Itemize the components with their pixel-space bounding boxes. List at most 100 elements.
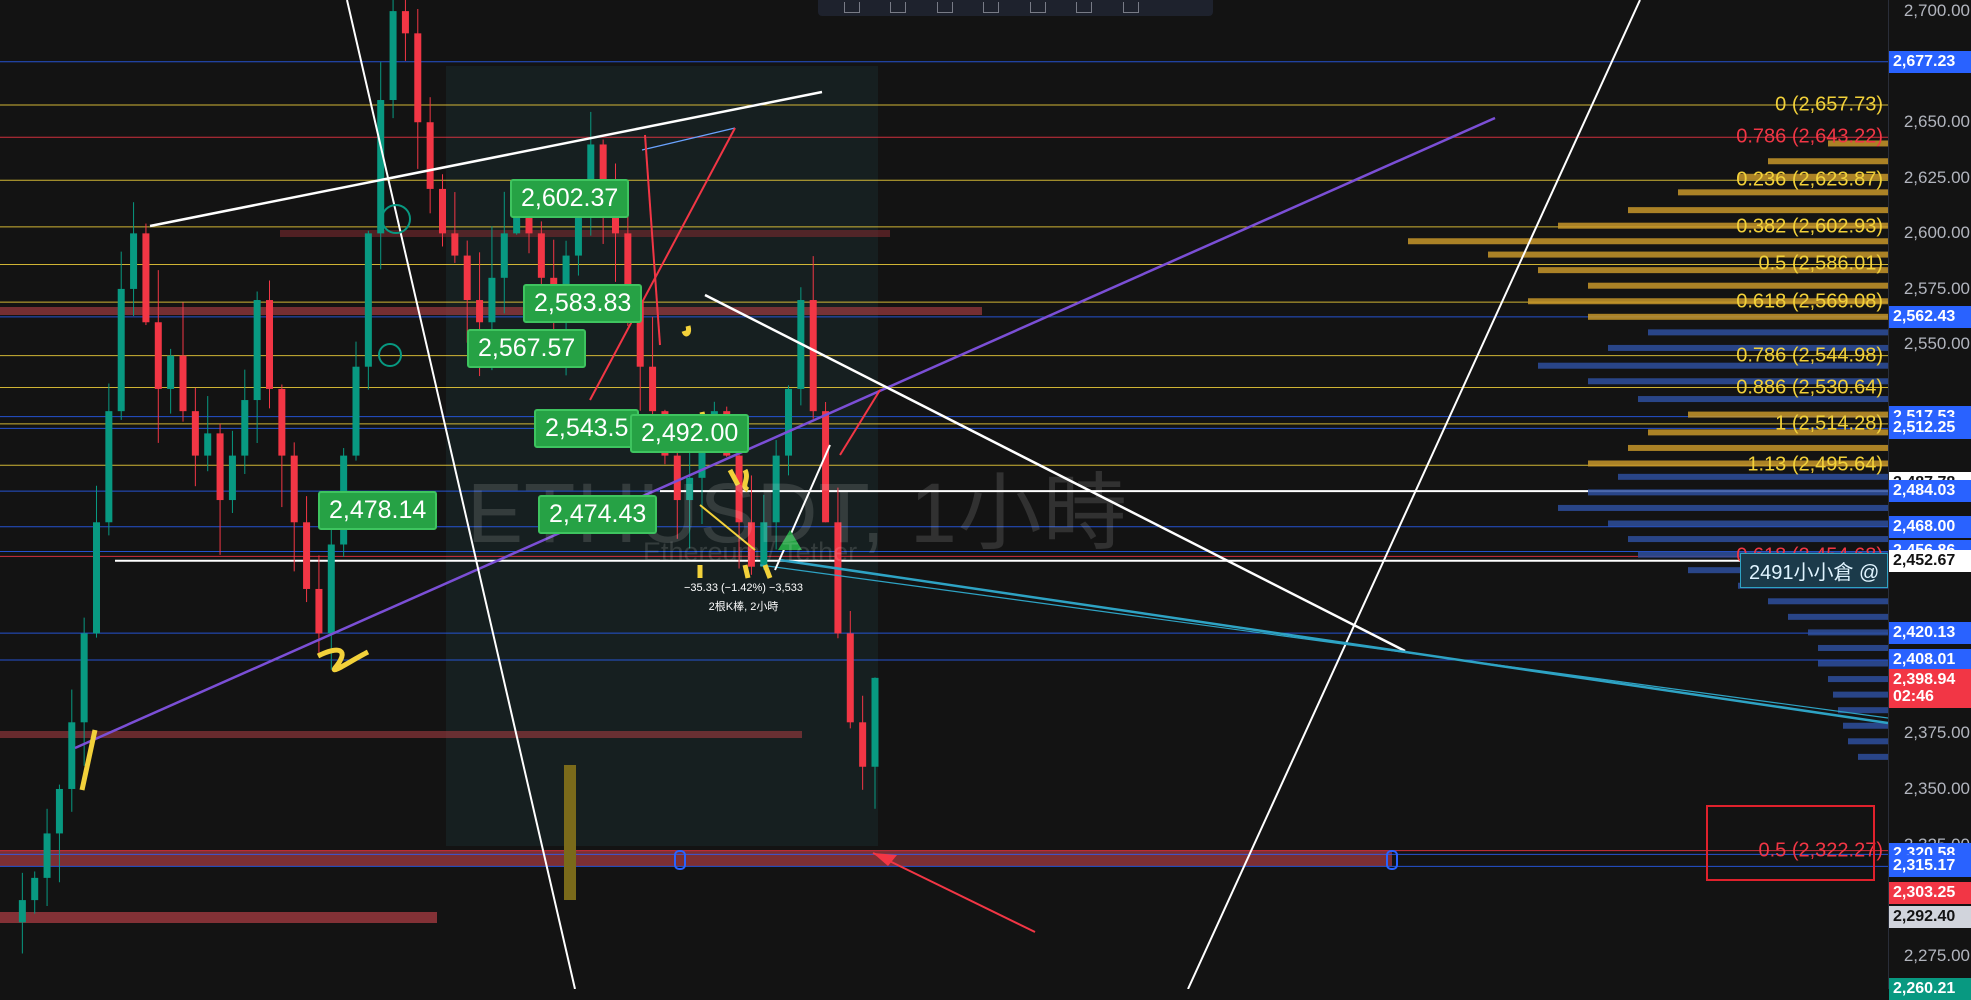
- volume-profile-bar: [1588, 282, 1888, 289]
- volume-profile-bar: [1558, 504, 1888, 511]
- fib-level-label: 0.786 (2,643.22): [1736, 125, 1883, 148]
- marker-circle: [378, 343, 402, 367]
- fib-level-label: 0.5 (2,586.01): [1758, 252, 1883, 275]
- candle-body: [167, 355, 175, 389]
- candle-body: [327, 544, 335, 634]
- fib-level-label: 1.13 (2,495.64): [1747, 453, 1883, 476]
- position-annotation: 2491小小倉 @: [1740, 553, 1889, 588]
- candle-body: [142, 233, 150, 323]
- fib-level-label: 0.382 (2,602.93): [1736, 215, 1883, 238]
- candle-body: [809, 300, 817, 412]
- volume-profile-bar: [1628, 444, 1888, 451]
- trend-line: [1187, 0, 1641, 989]
- price-axis-label: 2,677.23: [1889, 50, 1971, 73]
- volume-profile-bar: [1768, 598, 1888, 605]
- price-tick-label: 2,600.00: [1903, 223, 1970, 243]
- red-zone: [0, 912, 437, 923]
- candle-body: [401, 11, 409, 34]
- volume-profile-bar: [1843, 722, 1888, 729]
- price-axis-label: 2,512.25: [1889, 417, 1971, 440]
- toolbar-tool-icon[interactable]: [936, 2, 953, 13]
- candle-body: [130, 233, 138, 289]
- volume-profile-bar: [1788, 613, 1888, 620]
- candle-body: [278, 388, 286, 456]
- price-callout: 2,543.5: [534, 409, 640, 448]
- price-tick-label: 2,625.00: [1903, 167, 1970, 187]
- fib-level-label: 0.236 (2,623.87): [1736, 168, 1883, 191]
- price-callout: 2,492.00: [630, 414, 750, 453]
- toolbar-tool-icon[interactable]: [890, 2, 907, 13]
- candle-body: [154, 322, 162, 389]
- drawing-toolbar[interactable]: [818, 0, 1213, 16]
- candle-body: [488, 277, 496, 323]
- volume-profile-bar: [1848, 738, 1888, 745]
- red-zone: [0, 851, 1392, 866]
- trend-line: [759, 564, 1888, 719]
- candle-body: [216, 433, 224, 501]
- candle-body: [31, 877, 39, 901]
- toolbar-tool-icon[interactable]: [844, 2, 860, 13]
- candle-body: [500, 233, 508, 278]
- candle-body: [871, 677, 879, 767]
- candle-body: [68, 722, 76, 789]
- candle-body: [463, 255, 471, 301]
- candle-body: [204, 433, 212, 456]
- price-callout: 2,567.57: [467, 329, 587, 368]
- price-tick-label: 2,650.00: [1903, 112, 1970, 132]
- volume-profile-bar: [1828, 676, 1888, 683]
- fib-level-label: 0 (2,657.73): [1775, 93, 1883, 116]
- toolbar-tool-icon[interactable]: [1029, 2, 1046, 13]
- measure-tooltip: −35.33 (−1.42%) −3,533 2根K棒, 2小時: [684, 579, 803, 617]
- price-axis-label: 2,303.25: [1889, 881, 1971, 904]
- candle-body: [649, 366, 657, 412]
- price-tick-label: 2,550.00: [1903, 334, 1970, 354]
- fib-level-label: 1 (2,514.28): [1775, 412, 1883, 435]
- price-axis-label: 2,420.13: [1889, 622, 1971, 645]
- volume-profile-bar: [1818, 660, 1888, 667]
- price-axis[interactable]: 2,700.00 2,650.00 2,625.00 2,600.00 2,575.00…: [1888, 0, 1971, 1000]
- price-callout: 2,474.43: [538, 495, 658, 534]
- candle-body: [439, 188, 446, 234]
- price-callout: 2,602.37: [510, 179, 630, 218]
- candle-body: [93, 522, 100, 634]
- volume-profile-bar: [1648, 329, 1888, 336]
- price-axis-label: 2,484.03: [1889, 480, 1971, 503]
- toolbar-tool-icon[interactable]: [983, 2, 1000, 13]
- toolbar-tool-icon[interactable]: [1076, 2, 1093, 13]
- candle-body: [290, 455, 298, 523]
- price-axis-label: 2,562.43: [1889, 305, 1971, 328]
- toolbar-tool-icon[interactable]: [1122, 2, 1139, 13]
- measure-change: −35.33 (−1.42%) −3,533: [684, 582, 803, 594]
- volume-profile-bar: [1588, 489, 1888, 496]
- volume-profile-bar: [1408, 238, 1888, 245]
- fib-level-label: 0.886 (2,530.64): [1736, 376, 1883, 398]
- candle-body: [80, 633, 88, 723]
- price-axis-label: 2,315.17: [1889, 855, 1971, 878]
- candle-body: [18, 900, 26, 923]
- candle-body: [846, 633, 854, 723]
- price-tick-label: 2,700.00: [1903, 1, 1970, 21]
- volume-profile-bar: [1628, 207, 1888, 214]
- volume-profile-bar: [1768, 158, 1888, 165]
- volume-profile-bar: [1808, 629, 1888, 636]
- candle-body: [266, 300, 273, 389]
- candle-body: [426, 122, 434, 189]
- fib-level-label: 0.618 (2,569.08): [1736, 290, 1883, 313]
- candle-body: [364, 233, 372, 367]
- price-callout: 2,583.83: [523, 284, 643, 323]
- candle-body: [253, 300, 261, 401]
- price-tick-label: 2,350.00: [1903, 778, 1970, 798]
- candle-body: [303, 522, 311, 589]
- candle-body: [43, 833, 51, 878]
- candle-body: [55, 788, 63, 834]
- candle-body: [117, 288, 125, 412]
- red-zone: [0, 731, 802, 738]
- candle-body: [241, 400, 249, 456]
- price-tick-label: 2,275.00: [1903, 945, 1970, 965]
- highlight-box: [1706, 805, 1875, 881]
- candle-body: [315, 588, 323, 634]
- candle-body: [476, 300, 484, 323]
- price-callout: 2,478.14: [318, 491, 438, 530]
- price-axis-label: 2,408.01: [1889, 649, 1971, 672]
- candle-body: [389, 11, 397, 101]
